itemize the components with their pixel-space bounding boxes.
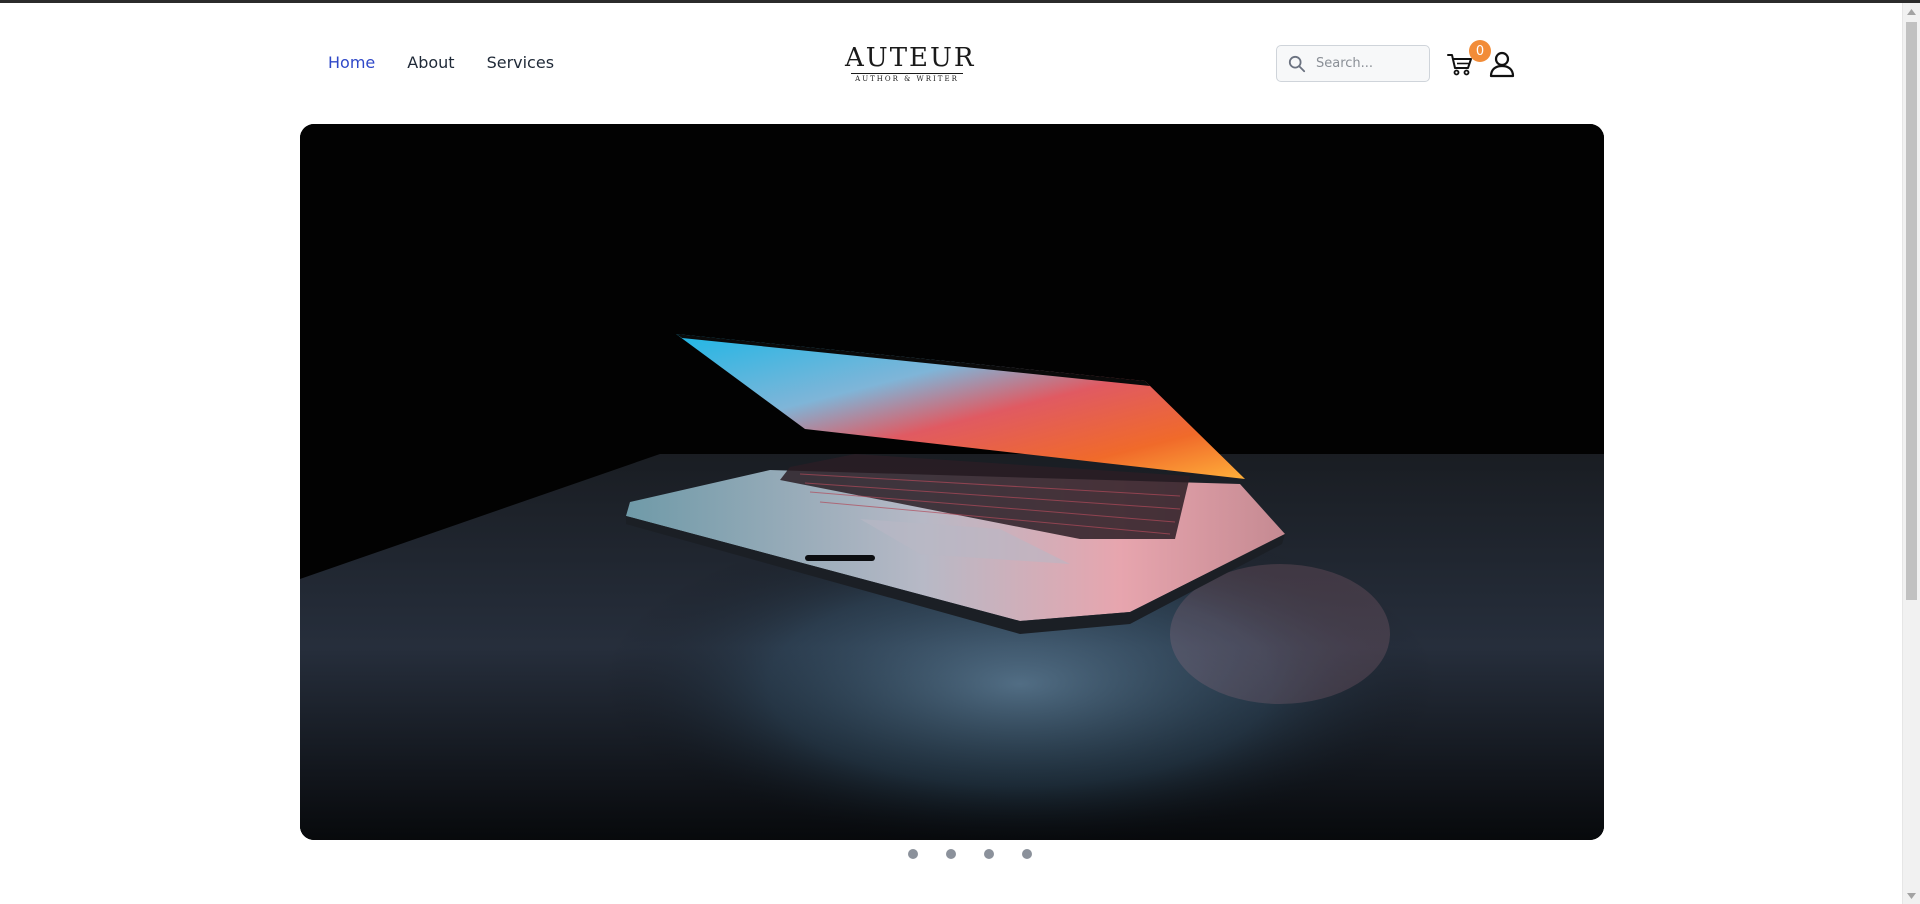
chevron-down-icon xyxy=(1907,892,1916,899)
logo-subtitle: AUTHOR & WRITER xyxy=(855,75,959,83)
logo-title: AUTEUR xyxy=(845,43,976,73)
scroll-up-arrow[interactable] xyxy=(1903,3,1920,20)
logo-divider xyxy=(851,73,963,74)
nav-services[interactable]: Services xyxy=(487,52,554,74)
laptop-photo xyxy=(300,124,1604,840)
scroll-down-arrow[interactable] xyxy=(1903,887,1920,904)
carousel-dot-2[interactable] xyxy=(946,849,956,859)
nav-about[interactable]: About xyxy=(407,52,454,74)
chevron-up-icon xyxy=(1907,8,1916,15)
carousel-dot-3[interactable] xyxy=(984,849,994,859)
hero-carousel-image xyxy=(300,124,1604,840)
carousel-dot-4[interactable] xyxy=(1022,849,1032,859)
search-icon xyxy=(1288,55,1306,72)
carousel-indicators xyxy=(908,849,1032,859)
user-icon[interactable] xyxy=(1488,50,1516,78)
search-box[interactable] xyxy=(1276,45,1430,82)
nav-home[interactable]: Home xyxy=(328,52,375,74)
vertical-scrollbar[interactable] xyxy=(1902,3,1920,904)
search-input[interactable] xyxy=(1314,55,1428,72)
scrollbar-thumb[interactable] xyxy=(1906,22,1917,600)
main-nav: Home About Services xyxy=(328,52,554,74)
carousel-dot-1[interactable] xyxy=(908,849,918,859)
site-logo[interactable]: AUTEUR AUTHOR & WRITER xyxy=(845,43,976,83)
